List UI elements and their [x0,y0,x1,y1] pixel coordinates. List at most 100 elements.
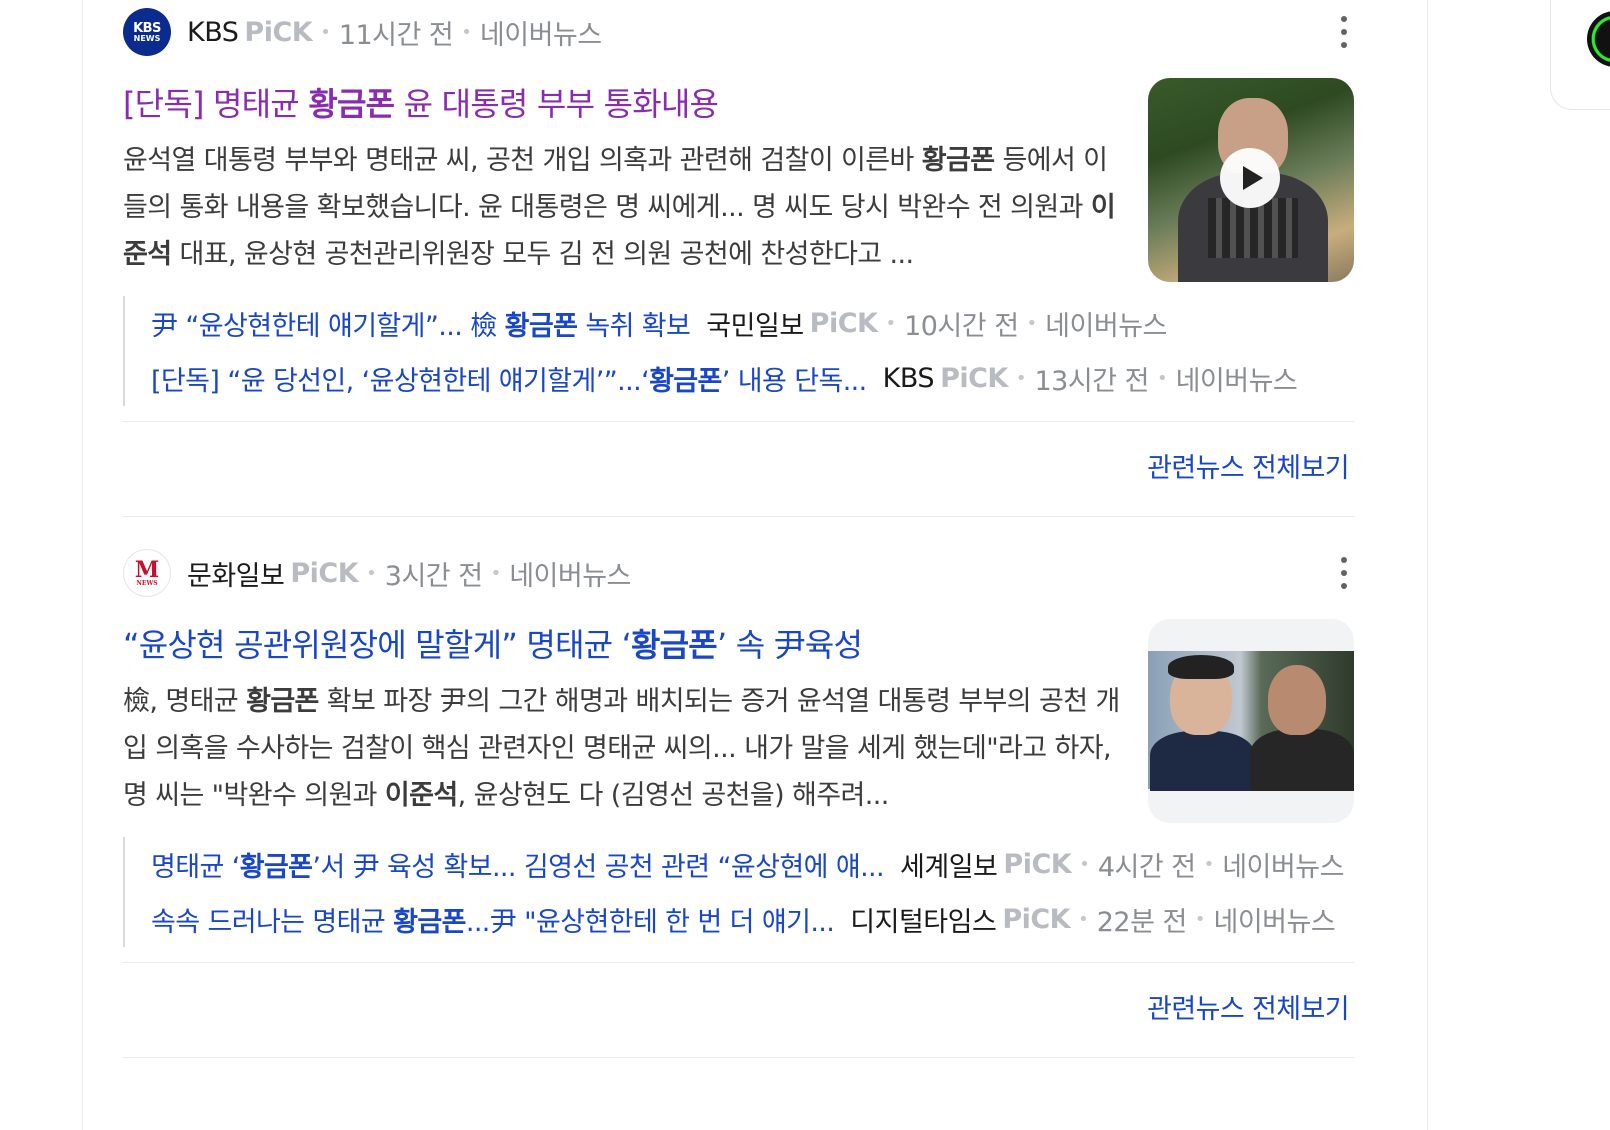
news-title-link[interactable]: “윤상현 공관위원장에 말할게” 명태균 ‘황금폰’ 속 尹육성 [123,620,863,666]
separator-dot: • [1015,368,1027,389]
thumb-figure [1150,731,1255,791]
kebab-icon[interactable] [1339,557,1349,589]
news-source-link[interactable]: 네이버뉴스 [1045,304,1167,343]
related-news-item: 명태균 ‘황금폰’서 尹 육성 확보... 김영선 공천 관련 “윤상현에 얘.… [151,837,1387,892]
news-meta: KBS NEWS KBS PiCK • 11시간 전 • 네이버뉴스 [123,6,1387,58]
desc-text: 윤석열 대통령 부부와 명태균 씨, 공천 개입 의혹과 관련해 검찰이 이른바 [123,145,922,176]
separator-dot: • [1078,909,1089,930]
news-time: 22분 전 [1096,907,1188,938]
separator-dot: • [1194,909,1206,930]
logo-subtext: NEWS [136,580,158,587]
thumb-image [1148,651,1354,791]
rel-text: ’ 내용 단독... [721,366,867,397]
related-news-link[interactable]: [단독] “윤 당선인, ‘윤상현한테 얘기할게’”...‘황금폰’ 내용 단독… [151,359,867,398]
play-icon[interactable] [1220,148,1280,208]
title-text: ’ 속 尹육성 [716,626,863,664]
news-source-link[interactable]: 네이버뉴스 [1213,900,1335,939]
separator-dot: • [885,313,897,334]
title-highlight: 황금폰 [631,626,718,664]
press-logo[interactable]: M NEWS [123,549,171,597]
news-description: 윤석열 대통령 부부와 명태균 씨, 공천 개입 의혹과 관련해 검찰이 이른바… [123,137,1123,278]
logo-subtext: NEWS [133,33,161,43]
rel-text: 명태균 ‘ [151,852,240,883]
related-news-item: 속속 드러나는 명태균 황금폰...尹 "윤상현한테 한 번 더 얘기... 디… [151,892,1387,947]
separator-dot: • [320,21,331,43]
rel-text: 녹취 확보 [577,311,691,342]
desc-highlight: 황금폰 [921,145,995,176]
rel-highlight: 황금폰 [504,311,578,342]
rel-text: ...尹 "윤상현한테 한 번 더 얘기... [465,907,835,938]
title-text: [단독] 명태균 [123,85,309,123]
related-news-item: [단독] “윤 당선인, ‘윤상현한테 얘기할게’”...‘황금폰’ 내용 단독… [151,351,1387,406]
news-time: 11시간 전 [338,19,454,51]
separator-dot: • [490,562,502,584]
pick-badge: PiCK [1002,904,1071,935]
separator-dot: • [461,21,472,43]
side-widget-icon [1587,11,1610,67]
thumb-figure [1168,655,1234,679]
pick-badge: PiCK [809,308,878,339]
separator-dot: • [1203,854,1215,875]
pick-badge: PiCK [1003,849,1072,880]
rel-highlight: 황금폰 [393,907,466,938]
related-news-list: 명태균 ‘황금폰’서 尹 육성 확보... 김영선 공천 관련 “윤상현에 얘.… [123,837,1387,947]
separator-dot: • [1079,854,1090,875]
rel-text: 속속 드러나는 명태균 [151,907,394,938]
news-time: 4시간 전 [1097,852,1196,883]
desc-text: , 윤상현도 다 (김영선 공천을) 해주려... [457,780,890,811]
related-news-link[interactable]: 명태균 ‘황금폰’서 尹 육성 확보... 김영선 공천 관련 “윤상현에 얘.… [151,845,885,884]
desc-highlight: 이준석 [384,780,458,811]
title-text: 윤 대통령 부부 통화내용 [394,85,719,123]
pick-badge: PiCK [940,363,1008,394]
thumb-figure [1250,729,1354,791]
news-time: 13시간 전 [1034,366,1149,397]
press-name[interactable]: KBS [883,363,935,394]
separator-dot: • [366,562,377,584]
news-title-link[interactable]: [단독] 명태균 황금폰 윤 대통령 부부 통화내용 [123,79,719,125]
news-source-link[interactable]: 네이버뉴스 [1222,845,1344,884]
rel-highlight: 황금폰 [239,852,313,883]
related-news-link[interactable]: 속속 드러나는 명태균 황금폰...尹 "윤상현한테 한 번 더 얘기... [151,900,835,939]
divider [123,962,1354,963]
related-news-item: 尹 “윤상현한테 얘기할게”... 檢 황금폰 녹취 확보 국민일보 PiCK … [151,296,1387,351]
related-news-link[interactable]: 尹 “윤상현한테 얘기할게”... 檢 황금폰 녹취 확보 [151,304,691,343]
desc-text: 檢, 명태균 [123,686,247,717]
title-text: “윤상현 공관위원장에 말할게” 명태균 ‘ [123,626,632,664]
news-meta: M NEWS 문화일보 PiCK • 3시간 전 • 네이버뉴스 [123,547,1387,599]
pick-badge: PiCK [290,557,359,589]
related-news-all-link[interactable]: 관련뉴스 전체보기 [1147,987,1350,1026]
news-source-link[interactable]: 네이버뉴스 [480,13,602,52]
rel-text: 尹 “윤상현한테 얘기할게”... 檢 [151,311,505,342]
divider [123,1057,1354,1058]
rel-text: ’서 尹 육성 확보... 김영선 공천 관련 “윤상현에 얘... [312,852,885,883]
news-time: 10시간 전 [904,311,1019,342]
press-name[interactable]: KBS [187,17,239,48]
kebab-icon[interactable] [1339,16,1349,48]
press-name[interactable]: 디지털타임스 [850,900,997,939]
news-source-link[interactable]: 네이버뉴스 [509,554,631,593]
press-logo[interactable]: KBS NEWS [123,8,171,56]
news-time: 3시간 전 [384,560,483,592]
rel-text: [단독] “윤 당선인, ‘윤상현한테 얘기할게’”...‘ [151,366,650,397]
desc-highlight: 황금폰 [246,686,319,717]
press-name[interactable]: 문화일보 [187,554,285,593]
thumb-figure [1268,665,1326,735]
side-widget[interactable] [1550,0,1610,110]
title-highlight: 황금폰 [308,85,395,123]
separator-dot: • [1156,368,1168,389]
news-source-link[interactable]: 네이버뉴스 [1176,359,1298,398]
divider [123,421,1354,422]
press-name[interactable]: 국민일보 [706,304,804,343]
related-news-list: 尹 “윤상현한테 얘기할게”... 檢 황금폰 녹취 확보 국민일보 PiCK … [123,296,1387,406]
news-thumbnail[interactable] [1148,619,1354,823]
separator-dot: • [1026,313,1038,334]
divider [123,516,1354,517]
logo-text: KBS [133,20,161,36]
rel-highlight: 황금폰 [649,366,722,397]
pick-badge: PiCK [244,16,313,48]
news-description: 檢, 명태균 황금폰 확보 파장 尹의 그간 해명과 배치되는 증거 윤석열 대… [123,678,1123,819]
desc-text: 대표, 윤상현 공천관리위원장 모두 김 전 의원 공천에 찬성한다고 ... [171,239,914,270]
press-name[interactable]: 세계일보 [900,845,998,884]
related-news-all-link[interactable]: 관련뉴스 전체보기 [1147,446,1350,485]
news-thumbnail-video[interactable] [1148,78,1354,282]
